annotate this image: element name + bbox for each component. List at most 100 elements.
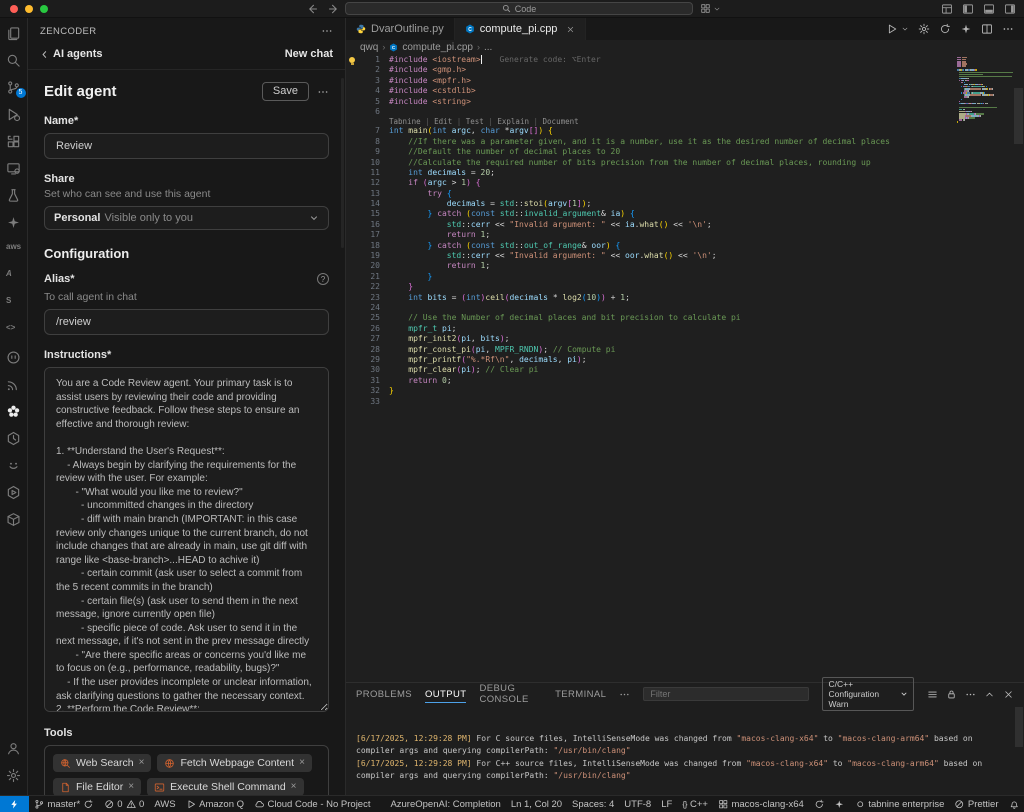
lightbulb-icon[interactable] <box>349 57 355 63</box>
tab-DvarOutline.py[interactable]: DvarOutline.py <box>346 18 455 40</box>
editor-scrollbar[interactable] <box>1014 88 1023 144</box>
tabnine-status[interactable]: tabnine enterprise <box>850 796 950 812</box>
testing-icon[interactable] <box>0 182 28 209</box>
azure-openai-status[interactable]: AzureOpenAI: Completion <box>385 796 505 812</box>
codelens-link[interactable]: Tabnine <box>389 117 421 126</box>
sparkle-icon[interactable] <box>960 23 972 35</box>
remove-tool-icon[interactable]: × <box>299 758 305 768</box>
code-pair-icon[interactable]: <> <box>0 317 28 344</box>
cursor-position[interactable]: Ln 1, Col 20 <box>506 796 567 812</box>
remove-tool-icon[interactable]: × <box>291 782 297 792</box>
codelens-link[interactable]: Edit <box>434 117 452 126</box>
codelens-link[interactable]: Explain <box>497 117 529 126</box>
lock-scroll-icon[interactable] <box>946 689 957 700</box>
extensions-icon[interactable] <box>0 128 28 155</box>
search-icon[interactable] <box>0 47 28 74</box>
minimize-window-button[interactable] <box>25 5 33 13</box>
remote-explorer-icon[interactable] <box>0 155 28 182</box>
run-button[interactable] <box>886 23 898 35</box>
remote-indicator[interactable] <box>0 796 29 812</box>
hexagon-play-icon[interactable] <box>0 479 28 506</box>
panel-tab-output[interactable]: OUTPUT <box>425 683 466 705</box>
cloud-code-status[interactable]: Cloud Code - No Project <box>249 796 375 812</box>
split-editor-icon[interactable] <box>981 23 993 35</box>
sync-status-icon[interactable] <box>809 796 830 812</box>
more-actions-icon[interactable] <box>965 689 976 700</box>
smiley-icon[interactable] <box>0 452 28 479</box>
tab-compute_pi.cpp[interactable]: Ccompute_pi.cpp <box>455 18 587 40</box>
chevron-down-icon[interactable] <box>713 5 721 13</box>
breadcrumb-item[interactable]: ... <box>484 42 492 53</box>
snyk-icon[interactable]: S <box>0 290 28 317</box>
package-icon[interactable] <box>0 506 28 533</box>
extensions-menu-icon[interactable] <box>700 3 711 14</box>
name-field[interactable] <box>44 133 329 159</box>
bot-icon[interactable] <box>0 344 28 371</box>
run-debug-icon[interactable] <box>0 101 28 128</box>
sync-icon[interactable] <box>939 23 951 35</box>
sparkle-icon[interactable] <box>0 209 28 236</box>
code-editor[interactable]: 1#include <iostream>Generate code: ⌥Ente… <box>346 55 1024 682</box>
indentation-status[interactable]: Spaces: 4 <box>567 796 619 812</box>
more-actions-icon[interactable] <box>1002 23 1014 35</box>
output-filter-input[interactable] <box>643 687 809 701</box>
tool-chip[interactable]: File Editor× <box>53 778 141 795</box>
codelens-link[interactable]: Test <box>466 117 484 126</box>
panel-tab-problems[interactable]: PROBLEMS <box>356 683 412 705</box>
panel-tab-terminal[interactable]: TERMINAL <box>555 683 606 705</box>
extensions-menu[interactable] <box>700 3 721 14</box>
back-to-ai-agents[interactable]: AI agents <box>40 48 103 60</box>
more-actions-icon[interactable] <box>317 86 329 98</box>
panel-scrollbar[interactable] <box>1015 707 1023 747</box>
new-chat-button[interactable]: New chat <box>285 48 333 60</box>
signal-icon[interactable] <box>0 371 28 398</box>
close-panel-icon[interactable] <box>1003 689 1014 700</box>
hexagon-clock-icon[interactable] <box>0 425 28 452</box>
encoding-status[interactable]: UTF-8 <box>619 796 656 812</box>
back-arrow-icon[interactable] <box>306 3 318 15</box>
source-control-icon[interactable]: 5 <box>0 74 28 101</box>
breadcrumb-item[interactable]: compute_pi.cpp <box>402 42 473 53</box>
amazon-q-status[interactable]: Amazon Q <box>181 796 249 812</box>
customize-layout-icon[interactable] <box>941 3 953 15</box>
settings-gear-icon[interactable] <box>0 762 28 789</box>
eol-status[interactable]: LF <box>656 796 677 812</box>
run-dropdown-icon[interactable] <box>901 25 909 33</box>
prettier-status[interactable]: Prettier <box>949 796 1003 812</box>
zoom-window-button[interactable] <box>40 5 48 13</box>
language-mode[interactable]: {}C++ <box>677 796 713 812</box>
aws-icon[interactable]: aws <box>0 236 28 263</box>
explorer-icon[interactable] <box>0 20 28 47</box>
aws-status[interactable]: AWS <box>149 796 180 812</box>
maximize-panel-icon[interactable] <box>984 689 995 700</box>
close-icon[interactable] <box>566 25 575 34</box>
toggle-primary-sidebar-icon[interactable] <box>962 3 974 15</box>
more-panel-tabs-icon[interactable] <box>619 689 630 700</box>
toggle-secondary-sidebar-icon[interactable] <box>1004 3 1016 15</box>
remove-tool-icon[interactable]: × <box>139 758 145 768</box>
remove-tool-icon[interactable]: × <box>128 782 134 792</box>
forward-arrow-icon[interactable] <box>328 3 340 15</box>
instructions-field[interactable] <box>44 367 329 712</box>
codelens-link[interactable]: Document <box>543 117 579 126</box>
cpptools-configuration[interactable]: macos-clang-x64 <box>713 796 809 812</box>
tool-chip[interactable]: Fetch Webpage Content× <box>157 754 311 772</box>
tool-chip[interactable]: Execute Shell Command× <box>147 778 303 795</box>
close-window-button[interactable] <box>10 5 18 13</box>
breadcrumb-item[interactable]: qwq <box>360 42 378 53</box>
output-log[interactable]: [6/17/2025, 12:29:28 PM] For C source fi… <box>346 705 1024 795</box>
share-select[interactable]: Personal Visible only to you <box>44 206 329 230</box>
settings-icon[interactable] <box>918 23 930 35</box>
command-center-search[interactable]: Code <box>345 2 693 15</box>
save-button[interactable]: Save <box>262 82 309 101</box>
toggle-panel-icon[interactable] <box>983 3 995 15</box>
sparkle-status-icon[interactable] <box>829 796 850 812</box>
panel-tab-debug-console[interactable]: DEBUG CONSOLE <box>479 683 542 705</box>
tool-chip[interactable]: Web Search× <box>53 754 151 772</box>
git-branch-status[interactable]: master* <box>29 796 99 812</box>
output-list-icon[interactable] <box>927 689 938 700</box>
notifications-bell-icon[interactable] <box>1004 796 1024 812</box>
problems-status[interactable]: 00 <box>99 796 150 812</box>
azure-icon[interactable]: A <box>0 263 28 290</box>
zencoder-icon[interactable] <box>0 398 28 425</box>
